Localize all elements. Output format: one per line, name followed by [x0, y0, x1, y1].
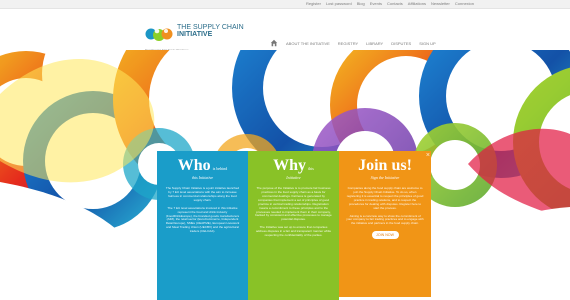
home-icon[interactable] [270, 39, 278, 47]
top-link-connexion[interactable]: Connexion [455, 1, 474, 6]
top-utility-links: Register Lost password Blog Events Conta… [306, 1, 474, 6]
who-title: Who is behind [164, 158, 241, 174]
logo-title-top: THE SUPPLY CHAIN [177, 24, 244, 31]
close-icon[interactable]: × [426, 152, 430, 159]
who-paragraph-2: The 7 EU level associations involved in … [165, 205, 240, 234]
why-title: Why this [255, 158, 332, 174]
why-heading: Why [273, 157, 307, 174]
who-panel: Who is behind this Initiative The Supply… [157, 151, 248, 300]
top-link-blog[interactable]: Blog [357, 1, 365, 6]
top-link-register[interactable]: Register [306, 1, 321, 6]
nav-library[interactable]: LIBRARY [366, 41, 383, 46]
join-heading: Join us! [358, 157, 412, 174]
join-body: Companies along the food supply chain ar… [346, 185, 424, 227]
nav-about-the-initiative[interactable]: ABOUT THE INITIATIVE [286, 41, 330, 46]
who-body: The Supply Chain Initiative is a joint i… [164, 185, 241, 234]
join-paragraph-1: Companies along the food supply chain ar… [346, 185, 424, 210]
top-utility-bar: Register Lost password Blog Events Conta… [0, 0, 570, 9]
top-link-newsletter[interactable]: Newsletter [431, 1, 450, 6]
why-body: The purpose of the Initiative is to prom… [255, 185, 332, 238]
top-link-contacts[interactable]: Contacts [387, 1, 403, 6]
initiative-panels: Who is behind this Initiative The Supply… [157, 151, 431, 300]
logo-mark-icon [145, 28, 173, 41]
join-title: Join us! [346, 158, 424, 174]
site-header: THE SUPPLY CHAIN INITIATIVE Together for… [0, 9, 570, 53]
join-now-button[interactable]: JOIN NOW [371, 231, 399, 240]
nav-registry[interactable]: REGISTRY [338, 41, 358, 46]
join-paragraph-2: Joining is a concrete way to show the co… [346, 213, 424, 226]
main-navigation: ABOUT THE INITIATIVE REGISTRY LIBRARY DI… [270, 39, 436, 47]
nav-disputes[interactable]: DISPUTES [391, 41, 411, 46]
why-paragraph-1: The purpose of the Initiative is to prom… [255, 185, 332, 222]
top-link-affiliations[interactable]: Affiliations [408, 1, 426, 6]
join-panel: × Join us! Sign the Initiative Companies… [339, 151, 431, 297]
who-heading-small: is behind [212, 166, 228, 171]
who-subtitle: this Initiative [191, 175, 214, 180]
logo[interactable]: THE SUPPLY CHAIN INITIATIVE Together for… [145, 23, 255, 53]
who-paragraph-1: The Supply Chain Initiative is a joint i… [165, 185, 240, 202]
nav-sign-up[interactable]: SIGN UP [419, 41, 435, 46]
join-subtitle: Sign the Initiative [370, 175, 400, 180]
logo-title-bottom: INITIATIVE [177, 31, 213, 38]
why-heading-small: this [308, 166, 314, 171]
who-heading: Who [177, 157, 211, 174]
why-paragraph-2: The Initiative was set up to ensure that… [255, 225, 332, 238]
logo-text: THE SUPPLY CHAIN INITIATIVE [177, 24, 244, 38]
top-link-lost-password[interactable]: Lost password [326, 1, 352, 6]
top-link-events[interactable]: Events [370, 1, 382, 6]
why-subtitle: Initiative [286, 175, 301, 180]
why-panel: Why this Initiative The purpose of the I… [248, 151, 339, 300]
